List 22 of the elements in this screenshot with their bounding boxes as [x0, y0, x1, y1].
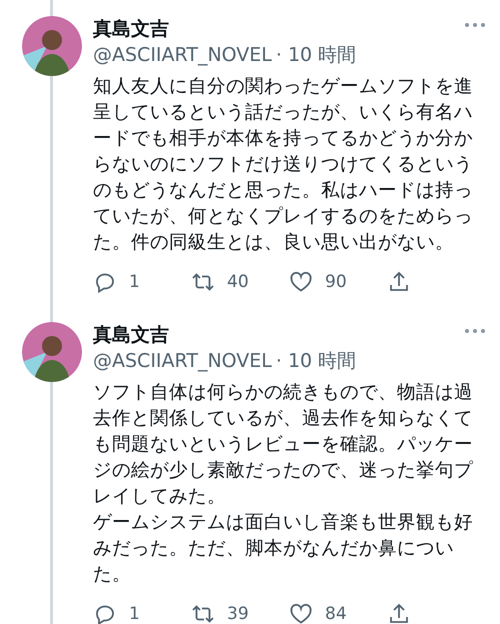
- share-icon[interactable]: [387, 602, 411, 624]
- display-name[interactable]: 真島文吉: [93, 324, 169, 346]
- display-name[interactable]: 真島文吉: [93, 18, 169, 40]
- more-icon[interactable]: [464, 22, 486, 28]
- like-count: 84: [325, 604, 347, 624]
- reply-count: 1: [129, 272, 140, 292]
- timestamp: · 10 時間: [276, 43, 356, 68]
- retweet-count: 40: [227, 272, 249, 292]
- tweet-text: 知人友人に自分の関わったゲームソフトを進 呈しているという話だったが、いくら有名ハ ードでも相手が本体を持ってるかどうか分か らないのにソフトだけ送りつけてくるという のもどうなんだと思った。私はハードは持っ ていたが、何となくプレイするのをためらっ た。件の同級生とは、良い思い出がない。: [93, 75, 474, 255]
- heart-icon[interactable]: [289, 270, 313, 294]
- retweet-count: 39: [227, 604, 249, 624]
- avatar[interactable]: [22, 322, 82, 382]
- user-handle[interactable]: @ASCIIART_NOVEL: [93, 348, 272, 374]
- like-count: 90: [325, 272, 347, 292]
- user-handle[interactable]: @ASCIIART_NOVEL: [93, 42, 272, 68]
- avatar[interactable]: [22, 16, 82, 76]
- reply-count: 1: [129, 604, 140, 624]
- more-icon[interactable]: [464, 328, 486, 334]
- timestamp: · 10 時間: [276, 349, 356, 374]
- share-icon[interactable]: [387, 270, 411, 294]
- tweet-text: ソフト自体は何らかの続きもので、物語は過 去作と関係しているが、過去作を知らなくて も問題ないというレビューを確認。パッケー ジの絵が少し素敵だったので、迷った挙句プ レイしてみた。 ゲームシステムは面白いし音楽も世界観も好 みだった。ただ、脚本がなんだか鼻につい た。: [93, 381, 474, 587]
- heart-icon[interactable]: [289, 602, 313, 624]
